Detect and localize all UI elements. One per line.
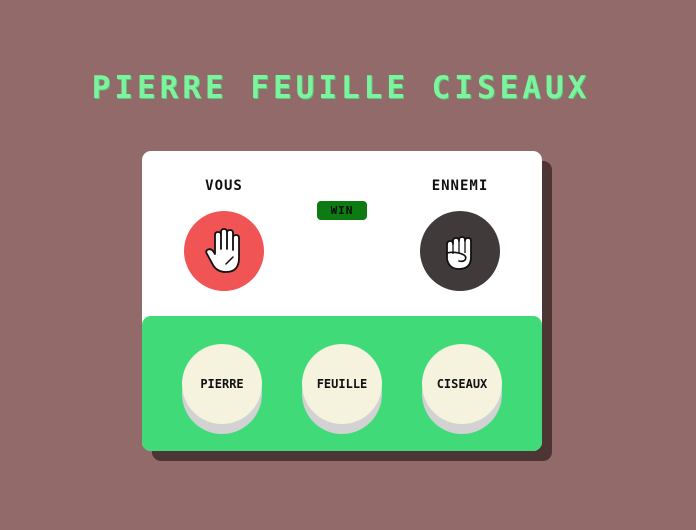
game-card: VOUS ENNEMI WIN PIERRE FEUILLE CISEAUX [142,151,542,451]
player-choice [184,211,264,291]
pierre-button[interactable]: PIERRE [182,344,262,424]
hand-paper-icon [205,228,240,273]
ciseaux-button[interactable]: CISEAUX [422,344,502,424]
enemy-choice [420,211,500,291]
result-badge: WIN [317,201,367,220]
choice-panel: PIERRE FEUILLE CISEAUX [142,316,542,451]
enemy-label: ENNEMI [431,178,489,194]
game-title: PIERRE FEUILLE CISEAUX [91,70,591,106]
feuille-button[interactable]: FEUILLE [302,344,382,424]
hand-rock-icon [446,236,472,270]
player-label: VOUS [205,178,243,194]
